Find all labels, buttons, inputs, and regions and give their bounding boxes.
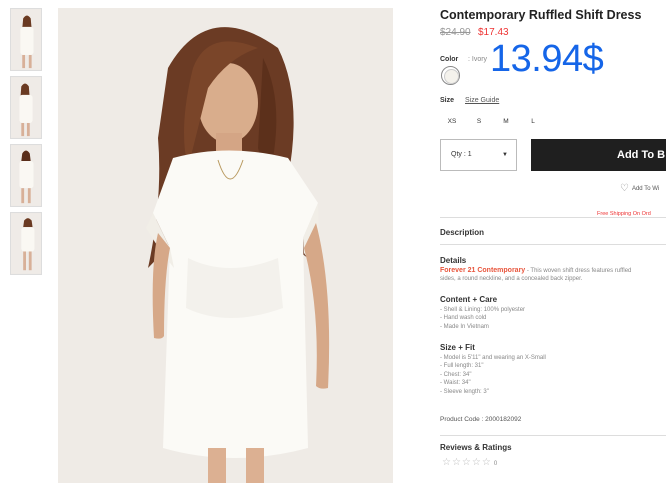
thumbnail-2[interactable] xyxy=(10,76,42,139)
list-item: - Made In Vietnam xyxy=(440,323,489,330)
details-heading: Details xyxy=(440,256,467,265)
content-care-heading: Content + Care xyxy=(440,295,498,304)
color-swatch-ivory[interactable] xyxy=(441,66,460,85)
size-fit-list: - Model is 5'11" and wearing an X-Small … xyxy=(440,354,546,396)
divider xyxy=(440,435,666,436)
wishlist-label: Add To Wi xyxy=(631,185,660,192)
list-item: - Hand wash cold xyxy=(440,315,487,322)
size-option-m[interactable]: M xyxy=(494,114,518,128)
content-care-list: - Shell & Lining: 100% polyester - Hand … xyxy=(440,306,525,331)
caret-down-icon: ▼ xyxy=(502,152,508,158)
list-item: - Model is 5'11" and wearing an X-Small xyxy=(440,355,546,361)
size-guide-link[interactable]: Size Guide xyxy=(465,97,499,104)
description-heading[interactable]: Description xyxy=(440,228,484,237)
details-text: Forever 21 Contemporary - This woven shi… xyxy=(440,267,666,283)
overlay-price: 13.94$ xyxy=(490,38,604,80)
list-item: - Chest: 34" xyxy=(440,371,472,378)
main-product-image[interactable] xyxy=(58,8,393,483)
thumbnail-strip xyxy=(10,8,42,280)
add-to-wishlist-link[interactable]: ♡ Add To Wi xyxy=(620,183,659,194)
list-item: - Waist: 34" xyxy=(440,380,471,387)
size-option-xs[interactable]: XS xyxy=(440,114,464,128)
sale-price: $17.43 xyxy=(478,27,509,38)
size-options: XS S M L xyxy=(440,114,548,128)
product-info-panel: Contemporary Ruffled Shift Dress $24.90 … xyxy=(440,0,666,483)
divider xyxy=(440,217,666,218)
size-option-l[interactable]: L xyxy=(521,114,545,128)
details-line-2: sides, a round neckline, and a concealed… xyxy=(440,276,583,282)
thumbnail-1[interactable] xyxy=(10,8,42,71)
divider xyxy=(440,244,666,245)
list-item: - Sleeve length: 3" xyxy=(440,388,489,395)
color-value: : Ivory xyxy=(468,56,488,63)
heart-outline-icon: ♡ xyxy=(620,183,629,194)
thumbnail-4[interactable] xyxy=(10,212,42,275)
rating-stars: ☆☆☆☆☆ 0 xyxy=(442,457,497,468)
add-to-bag-button[interactable]: Add To B xyxy=(531,139,666,171)
size-fit-heading: Size + Fit xyxy=(440,343,475,352)
list-item: - Full length: 31" xyxy=(440,363,484,370)
product-title: Contemporary Ruffled Shift Dress xyxy=(440,8,642,22)
thumbnail-3[interactable] xyxy=(10,144,42,207)
reviews-heading[interactable]: Reviews & Ratings xyxy=(440,443,512,452)
star-outline-icon: ☆☆☆☆☆ xyxy=(442,457,492,468)
list-item: - Shell & Lining: 100% polyester xyxy=(440,307,526,313)
review-count: 0 xyxy=(493,461,498,467)
size-option-s[interactable]: S xyxy=(467,114,491,128)
product-code: Product Code : 2000182092 xyxy=(440,416,522,423)
details-line-1: - This woven shift dress features ruffle… xyxy=(525,268,632,274)
original-price: $24.90 xyxy=(440,27,471,38)
size-label: Size xyxy=(440,97,455,104)
color-label: Color xyxy=(440,56,459,63)
brand-name: Forever 21 Contemporary xyxy=(440,267,526,274)
quantity-select[interactable]: Qty : 1 ▼ xyxy=(440,139,517,171)
quantity-value: Qty : 1 xyxy=(451,151,472,158)
